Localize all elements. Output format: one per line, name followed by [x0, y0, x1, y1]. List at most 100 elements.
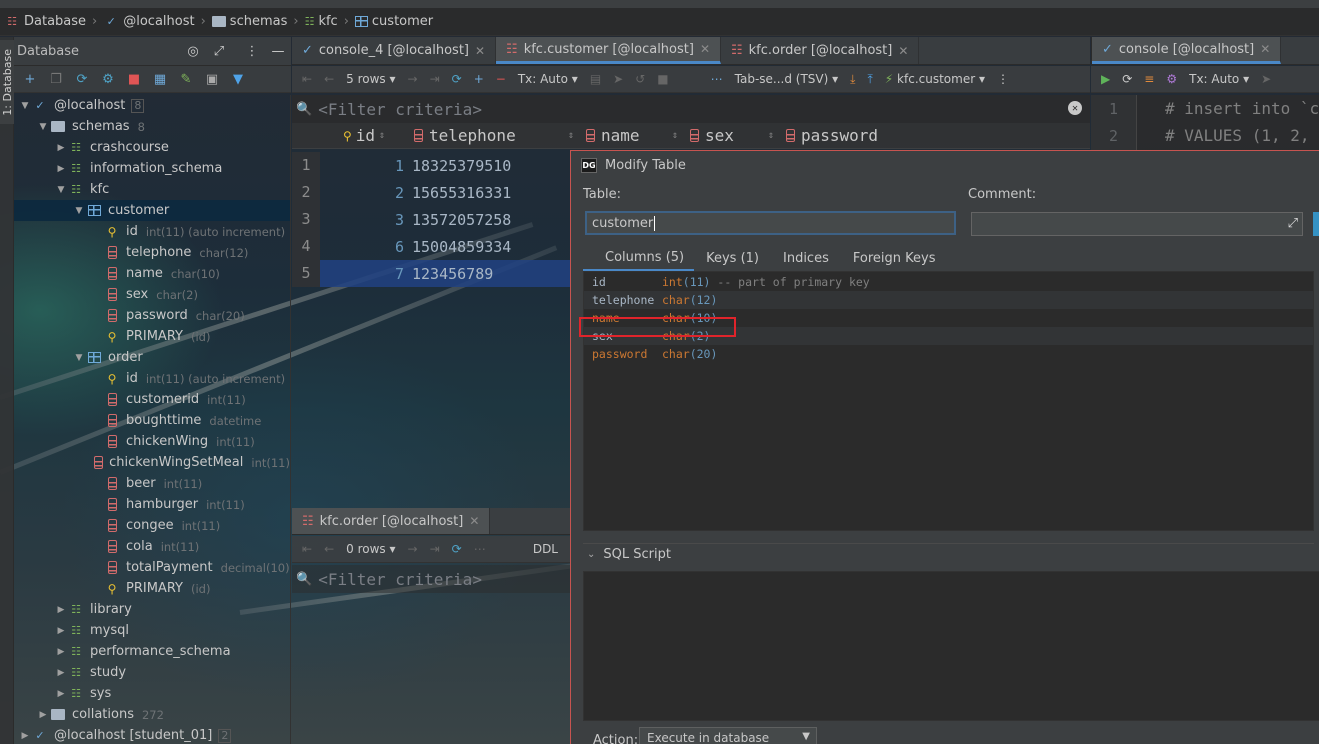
sort-icon[interactable]: ⇕: [768, 130, 774, 141]
expand-down-icon[interactable]: ▼: [36, 122, 50, 132]
expand-right-icon[interactable]: ▶: [54, 668, 68, 678]
columns-editor[interactable]: id int (11) -- part of primary key telephon…: [583, 271, 1314, 531]
expand-right-icon[interactable]: ▶: [54, 647, 68, 657]
tree-item[interactable]: ▶ ☷ library: [14, 599, 290, 620]
close-icon[interactable]: ✕: [700, 42, 710, 56]
cell-id[interactable]: 2: [320, 184, 408, 202]
close-icon[interactable]: ✕: [898, 44, 908, 58]
tab-foreign-keys[interactable]: Foreign Keys: [841, 245, 948, 271]
last-page-icon[interactable]: ⇥: [430, 72, 440, 86]
column-definition[interactable]: telephone char (12): [584, 291, 1313, 309]
tree-item[interactable]: ▼ ☷ kfc: [14, 179, 290, 200]
breadcrumb-localhost[interactable]: ✓ @localhost: [103, 14, 195, 30]
expand-down-icon[interactable]: ▼: [18, 101, 32, 111]
cell-id[interactable]: 6: [320, 238, 408, 256]
edit-icon[interactable]: ✎: [178, 71, 194, 87]
first-page-icon[interactable]: ⇤: [302, 72, 312, 86]
cell-telephone[interactable]: 123456789: [408, 265, 493, 283]
close-icon[interactable]: ✕: [469, 514, 479, 528]
filter-input[interactable]: <Filter criteria>: [318, 570, 482, 589]
column-header-password[interactable]: password: [780, 126, 980, 145]
tab-kfc-order[interactable]: ☷ kfc.order [@localhost] ✕: [721, 37, 920, 64]
sql-script-toggle[interactable]: ⌄ SQL Script: [587, 547, 671, 562]
tree-item[interactable]: ⚲ PRIMARY (id): [14, 326, 290, 347]
tree-item[interactable]: ▶ ☷ information_schema: [14, 158, 290, 179]
history-icon[interactable]: ⟳: [1122, 72, 1132, 86]
breadcrumb-database[interactable]: ☷ Database: [4, 14, 86, 30]
console-editor[interactable]: 1 2 # insert into `c # VALUES (1, 2,: [1091, 95, 1319, 150]
comment-input[interactable]: ⤢: [971, 212, 1303, 236]
column-header-telephone[interactable]: telephone ⇕: [408, 126, 580, 145]
table-row[interactable]: 2 2 15655316331: [292, 179, 570, 206]
clear-filter-icon[interactable]: ✕: [1068, 101, 1082, 115]
table-row[interactable]: 3 3 13572057258: [292, 206, 570, 233]
tree-item[interactable]: ▶ ✓ @localhost [student_01] 2: [14, 725, 290, 744]
filter-input[interactable]: <Filter criteria>: [318, 100, 482, 119]
settings-sliders-icon[interactable]: ≡: [1144, 72, 1154, 86]
filter-icon[interactable]: ▼: [230, 71, 246, 87]
more-icon[interactable]: ⋯: [711, 72, 723, 86]
tree-item[interactable]: ⚲ PRIMARY (id): [14, 578, 290, 599]
tree-item[interactable]: cola int(11): [14, 536, 290, 557]
minimize-icon[interactable]: —: [270, 43, 286, 59]
tree-item[interactable]: ▶ collations 272: [14, 704, 290, 725]
add-icon[interactable]: +: [22, 71, 38, 87]
table-row[interactable]: 1 1 18325379510: [292, 152, 570, 179]
prev-page-icon[interactable]: ←: [324, 542, 334, 556]
tree-item[interactable]: ▶ ☷ study: [14, 662, 290, 683]
tree-item[interactable]: ⚲ id int(11) (auto increment): [14, 221, 290, 242]
rows-selector[interactable]: 5 rows ▾: [346, 72, 395, 86]
tree-item[interactable]: totalPayment decimal(10): [14, 557, 290, 578]
stop-icon[interactable]: ■: [126, 71, 142, 87]
tree-item[interactable]: ▼ schemas 8: [14, 116, 290, 137]
tx-mode-selector[interactable]: Tx: Auto ▾: [1189, 72, 1249, 86]
cell-id[interactable]: 7: [320, 265, 408, 283]
sort-icon[interactable]: ⇕: [379, 130, 385, 141]
breadcrumb-customer[interactable]: customer: [354, 14, 433, 29]
next-page-icon[interactable]: →: [408, 72, 418, 86]
tree-item[interactable]: ▶ ☷ sys: [14, 683, 290, 704]
tree-item[interactable]: ▶ ☷ performance_schema: [14, 641, 290, 662]
column-definition[interactable]: id int (11) -- part of primary key: [584, 273, 1313, 291]
first-page-icon[interactable]: ⇤: [302, 542, 312, 556]
cell-telephone[interactable]: 18325379510: [408, 157, 511, 175]
refresh-icon[interactable]: ⟳: [452, 542, 462, 556]
expand-right-icon[interactable]: ▶: [54, 689, 68, 699]
sort-icon[interactable]: ⇕: [672, 130, 678, 141]
side-button[interactable]: [1313, 212, 1319, 236]
revert-icon[interactable]: ↺: [635, 72, 645, 86]
column-definition[interactable]: password char (20): [584, 345, 1313, 363]
tree-item[interactable]: beer int(11): [14, 473, 290, 494]
expand-down-icon[interactable]: ▼: [54, 185, 68, 195]
expand-down-icon[interactable]: ▼: [72, 206, 86, 216]
prev-page-icon[interactable]: ←: [324, 72, 334, 86]
tree-item[interactable]: ▶ ☷ crashcourse: [14, 137, 290, 158]
expand-right-icon[interactable]: ▶: [54, 164, 68, 174]
table-name-input[interactable]: customer: [585, 211, 956, 235]
more-icon[interactable]: ⋯: [474, 542, 486, 556]
copy-icon[interactable]: ❐: [48, 71, 64, 87]
sql-script-editor[interactable]: [583, 571, 1319, 721]
tab-console-4[interactable]: ✓ console_4 [@localhost] ✕: [292, 37, 497, 64]
more-options-icon[interactable]: ⋮: [244, 43, 260, 59]
sort-icon[interactable]: ⇕: [568, 130, 574, 141]
tree-item[interactable]: ▼ ✓ @localhost 8: [14, 95, 290, 116]
tree-item[interactable]: chickenWing int(11): [14, 431, 290, 452]
cell-telephone[interactable]: 13572057258: [408, 211, 511, 229]
close-icon[interactable]: ✕: [475, 44, 485, 58]
tab-console[interactable]: ✓ console [@localhost] ✕: [1092, 37, 1282, 64]
tree-item[interactable]: customerid int(11): [14, 389, 290, 410]
cell-telephone[interactable]: 15004859334: [408, 238, 511, 256]
tx-mode-selector[interactable]: Tx: Auto ▾: [518, 72, 578, 86]
expand-right-icon[interactable]: ▶: [18, 731, 32, 741]
expand-right-icon[interactable]: ▶: [36, 710, 50, 720]
add-row-icon[interactable]: +: [474, 72, 484, 86]
tree-item[interactable]: password char(20): [14, 305, 290, 326]
gear-icon[interactable]: ⚙: [1166, 72, 1177, 86]
table-row[interactable]: 4 6 15004859334: [292, 233, 570, 260]
rows-selector[interactable]: 0 rows ▾: [346, 542, 395, 556]
run-icon[interactable]: ▶: [1101, 72, 1110, 86]
last-page-icon[interactable]: ⇥: [430, 542, 440, 556]
cell-id[interactable]: 3: [320, 211, 408, 229]
tree-item[interactable]: name char(10): [14, 263, 290, 284]
